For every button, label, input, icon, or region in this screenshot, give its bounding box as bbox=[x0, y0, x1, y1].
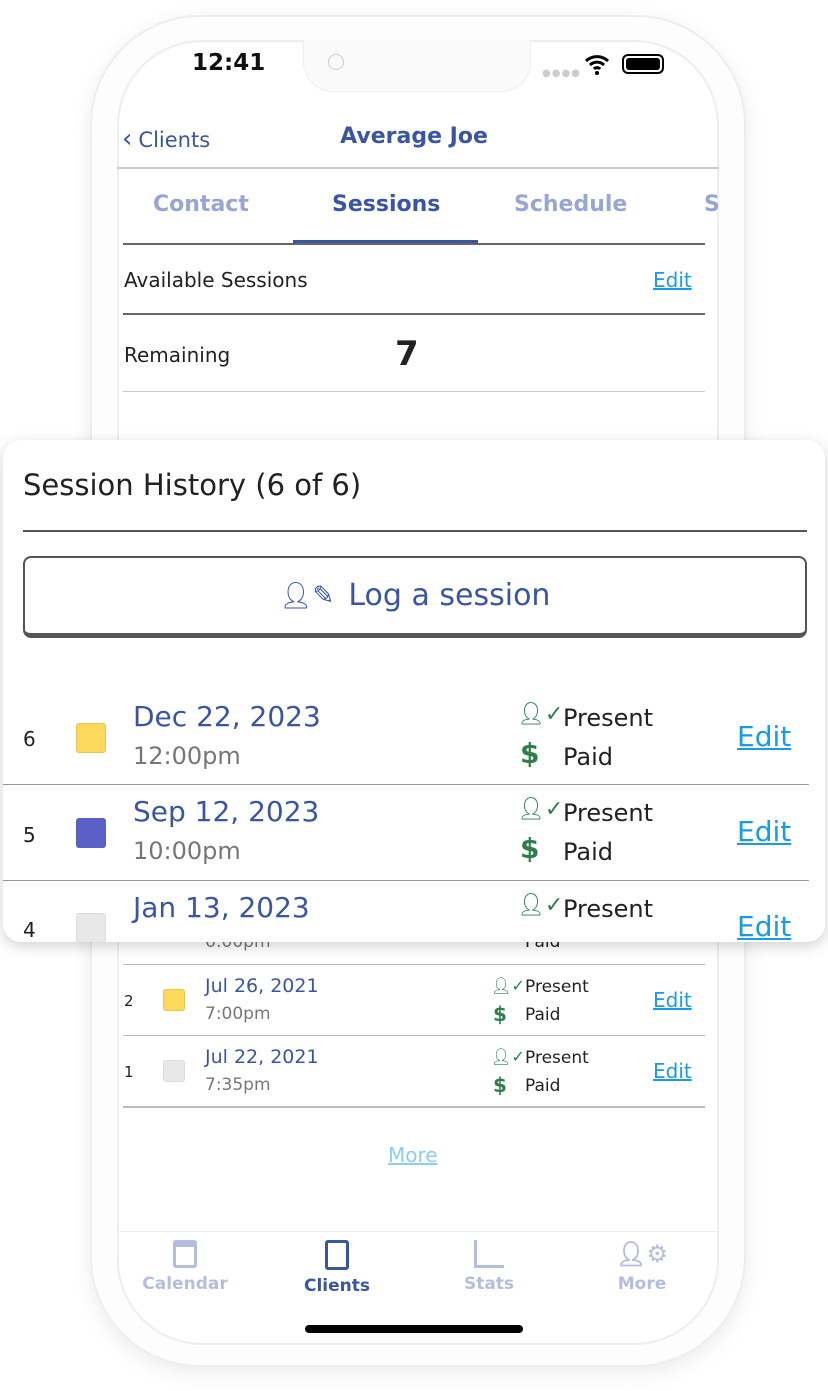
remaining-value: 7 bbox=[395, 334, 419, 374]
session-date: Sep 12, 2023 bbox=[133, 795, 320, 828]
bottom-tab-more[interactable]: 👤︎⚙ More bbox=[592, 1240, 692, 1294]
payment-status: Paid bbox=[563, 743, 614, 771]
session-color-swatch bbox=[76, 723, 106, 753]
back-button[interactable]: ‹ Clients bbox=[122, 124, 210, 154]
attendance-status: Present bbox=[563, 704, 654, 732]
user-edit-icon: 👤︎✎ bbox=[279, 580, 335, 611]
edit-session-link[interactable]: Edit bbox=[653, 988, 692, 1012]
divider bbox=[117, 167, 719, 169]
payment-status: Paid bbox=[563, 838, 614, 866]
edit-session-link[interactable]: Edit bbox=[737, 910, 791, 942]
user-gear-icon: 👤︎⚙ bbox=[616, 1240, 668, 1268]
status-time: 12:41 bbox=[192, 50, 266, 76]
dollar-icon: $ bbox=[520, 737, 540, 770]
session-color-swatch bbox=[76, 913, 106, 942]
edit-session-link[interactable]: Edit bbox=[737, 720, 791, 753]
calendar-icon bbox=[173, 1240, 197, 1268]
session-history-card: Session History (6 of 6) 👤︎✎ Log a sessi… bbox=[3, 440, 825, 942]
session-color-swatch bbox=[163, 989, 185, 1011]
user-check-icon: 👤︎✓ bbox=[517, 702, 564, 727]
payment-status: Paid bbox=[525, 1076, 561, 1096]
session-number: 2 bbox=[124, 992, 134, 1010]
session-number: 1 bbox=[124, 1063, 134, 1081]
edit-session-link[interactable]: Edit bbox=[737, 815, 791, 848]
available-sessions-label: Available Sessions bbox=[124, 268, 308, 292]
session-number: 5 bbox=[23, 823, 36, 847]
session-time: 12:00pm bbox=[133, 742, 241, 770]
session-number: 6 bbox=[23, 727, 36, 751]
attendance-status: Present bbox=[563, 799, 654, 827]
session-color-swatch bbox=[76, 818, 106, 848]
user-check-icon: 👤︎✓ bbox=[517, 797, 564, 822]
bottom-tab-stats[interactable]: Stats bbox=[439, 1240, 539, 1294]
session-time: 7:00pm bbox=[205, 1004, 271, 1024]
attendance-status: Present bbox=[525, 1048, 589, 1068]
attendance-status: Present bbox=[525, 977, 589, 997]
chevron-left-icon: ‹ bbox=[122, 124, 133, 154]
log-session-button[interactable]: 👤︎✎ Log a session bbox=[23, 556, 807, 638]
session-date: Jul 26, 2021 bbox=[205, 975, 319, 997]
session-time: 7:35pm bbox=[205, 1075, 271, 1095]
wifi-icon bbox=[584, 55, 610, 75]
session-history-title: Session History (6 of 6) bbox=[23, 468, 362, 502]
signal-icon: ●●●● bbox=[542, 68, 581, 79]
bottom-tab-clients[interactable]: Clients bbox=[287, 1240, 387, 1296]
tab-sessions[interactable]: Sessions bbox=[332, 192, 440, 217]
available-edit-link[interactable]: Edit bbox=[653, 268, 692, 292]
bar-chart-icon bbox=[474, 1240, 504, 1268]
user-check-icon: 👤︎✓ bbox=[491, 1047, 525, 1066]
payment-status: Paid bbox=[525, 1005, 561, 1025]
session-time: 10:00pm bbox=[133, 837, 241, 865]
tab-more[interactable]: S bbox=[704, 192, 719, 217]
home-indicator bbox=[305, 1325, 523, 1333]
session-color-swatch bbox=[163, 1060, 185, 1082]
session-date: Dec 22, 2023 bbox=[133, 700, 321, 733]
dollar-icon: $ bbox=[520, 832, 540, 865]
contacts-book-icon bbox=[325, 1240, 349, 1270]
dollar-icon: $ bbox=[493, 1073, 507, 1097]
user-check-icon: 👤︎✓ bbox=[517, 893, 564, 918]
session-date: Jul 22, 2021 bbox=[205, 1046, 319, 1068]
session-number: 4 bbox=[23, 918, 36, 942]
session-date: Jan 13, 2023 bbox=[133, 891, 310, 924]
dollar-icon: $ bbox=[493, 1002, 507, 1026]
user-check-icon: 👤︎✓ bbox=[491, 976, 525, 995]
notch bbox=[303, 40, 531, 92]
remaining-label: Remaining bbox=[124, 343, 231, 367]
battery-icon bbox=[622, 54, 664, 74]
tab-schedule[interactable]: Schedule bbox=[514, 192, 627, 217]
tab-contact[interactable]: Contact bbox=[153, 192, 249, 217]
more-link[interactable]: More bbox=[388, 1143, 438, 1167]
bottom-tab-calendar[interactable]: Calendar bbox=[135, 1240, 235, 1294]
edit-session-link[interactable]: Edit bbox=[653, 1059, 692, 1083]
attendance-status: Present bbox=[563, 895, 654, 923]
